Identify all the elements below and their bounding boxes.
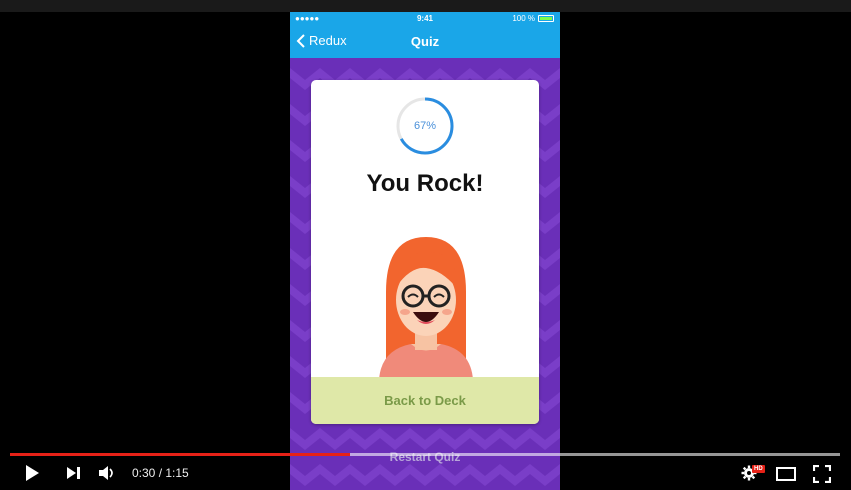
player-top-bar [0,0,851,12]
play-icon[interactable] [24,464,40,482]
battery-percent: 100 % [512,14,535,23]
page-title: Quiz [410,34,440,49]
result-card: 67% You Rock! Back to Deck [311,80,539,424]
battery-status: 100 % [512,14,554,23]
time-display: 0:30 / 1:15 [132,466,189,480]
battery-icon [538,15,554,22]
hd-badge: HD [752,465,765,473]
next-icon[interactable] [66,466,82,480]
girl-avatar-illustration [379,237,473,380]
video-played-bar [10,453,351,456]
back-to-deck-button[interactable]: Back to Deck [311,377,539,424]
score-percent: 67% [413,120,437,132]
video-progress-bar[interactable] [10,453,840,456]
volume-icon[interactable] [98,465,116,481]
navigation-bar: Redux Quiz [290,26,560,58]
result-headline: You Rock! [366,170,484,197]
theater-mode-icon[interactable] [776,467,796,481]
phone-screen: ●●●●● 9:41 100 % Redux Quiz 67% You Rock… [290,12,560,490]
video-player: ●●●●● 9:41 100 % Redux Quiz 67% You Rock… [0,0,851,490]
ios-status-bar: ●●●●● 9:41 100 % [290,12,560,26]
fullscreen-icon[interactable] [813,465,831,483]
